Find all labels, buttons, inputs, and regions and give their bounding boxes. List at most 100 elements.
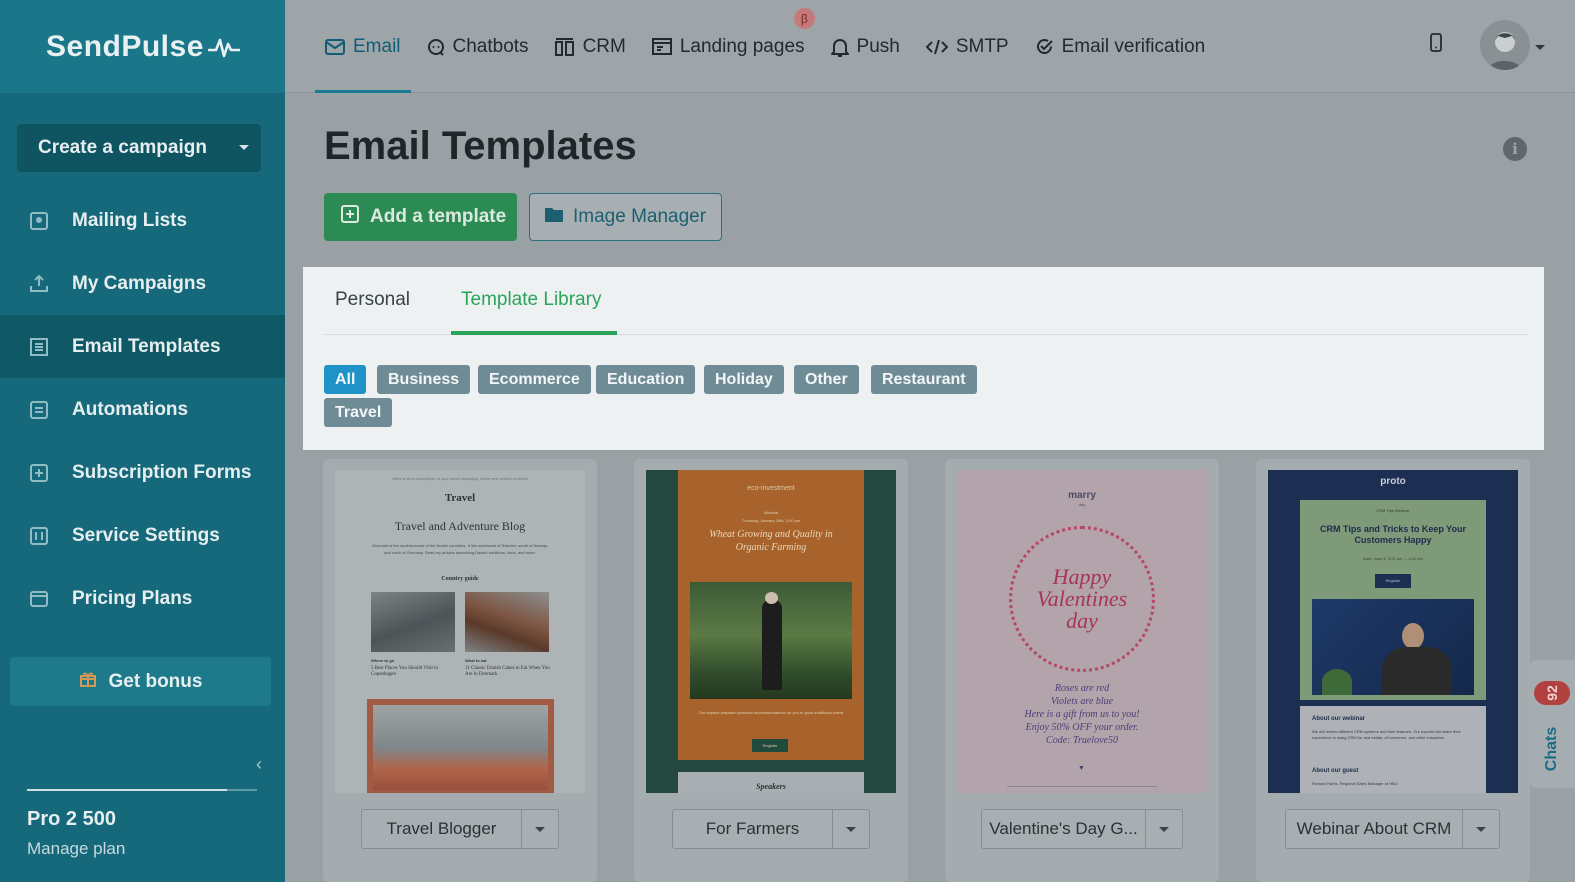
sidebar-item-subscription-forms[interactable]: Subscription Forms <box>0 441 285 504</box>
preview-divider <box>1007 786 1157 787</box>
chevron-down-icon[interactable] <box>1146 810 1182 848</box>
tab-template-library[interactable]: Template Library <box>461 289 601 311</box>
preview-poem-line: Roses are red <box>1054 683 1110 694</box>
chats-widget[interactable]: 92 Chats <box>1530 660 1575 788</box>
sidebar-item-pricing-plans[interactable]: Pricing Plans <box>0 567 285 630</box>
add-template-label: Add a template <box>370 206 507 227</box>
sidebar-item-service-settings[interactable]: Service Settings <box>0 504 285 567</box>
create-campaign-label: Create a campaign <box>38 137 207 158</box>
template-name-select[interactable]: For Farmers <box>672 809 870 849</box>
sidebar-item-label: Email Templates <box>72 335 221 357</box>
automation-icon <box>28 399 50 421</box>
preview-subtitle: Webinar <box>763 510 779 515</box>
category-chip-ecommerce[interactable]: Ecommerce <box>478 365 591 394</box>
active-tab-indicator <box>451 331 617 335</box>
image-manager-button[interactable]: Image Manager <box>529 193 722 241</box>
category-chip-holiday[interactable]: Holiday <box>704 365 784 394</box>
preview-section: About our webinar <box>1312 716 1365 722</box>
image-manager-label: Image Manager <box>573 206 707 227</box>
sidebar-nav: Mailing Lists My Campaigns Email Templat… <box>0 189 285 630</box>
category-chip-education[interactable]: Education <box>596 365 696 394</box>
preview-button: Register <box>752 739 788 752</box>
sidebar-item-my-campaigns[interactable]: My Campaigns <box>0 252 285 315</box>
sidebar-item-label: Automations <box>72 398 189 420</box>
avatar[interactable] <box>1480 20 1530 70</box>
tab-smtp[interactable]: SMTP <box>916 0 1019 93</box>
sidebar-item-label: Service Settings <box>72 524 220 546</box>
preview-logo: proto <box>1380 476 1406 487</box>
template-preview[interactable]: eco-investment Webinar Thursday, January… <box>646 470 896 793</box>
info-icon[interactable]: i <box>1503 137 1527 161</box>
sendpulse-logo[interactable]: SendPulse <box>0 0 285 93</box>
preview-photo-cake <box>465 592 549 652</box>
template-card[interactable]: eco-investment Webinar Thursday, January… <box>634 459 908 882</box>
sidebar-item-mailing-lists[interactable]: Mailing Lists <box>0 189 285 252</box>
tab-label: CRM <box>582 35 626 57</box>
template-name: Travel Blogger <box>362 810 522 848</box>
preview-section: About our guest <box>1312 768 1359 774</box>
tab-email-verification[interactable]: Email verification <box>1025 0 1216 93</box>
manage-plan-link[interactable]: Manage plan <box>27 839 125 859</box>
template-preview[interactable]: marry day Happy Valentines day Roses are… <box>957 470 1207 793</box>
chevron-down-icon[interactable] <box>1535 45 1545 50</box>
template-card[interactable]: proto CRM Tips Webinar CRM Tips and Tric… <box>1256 459 1530 882</box>
template-card[interactable]: Write a short description of your email … <box>323 459 597 882</box>
check-circle-icon <box>1035 37 1054 56</box>
preview-photo-bridge <box>367 699 554 793</box>
chevron-down-icon[interactable] <box>239 145 249 150</box>
category-chip-travel[interactable]: Travel <box>324 398 393 427</box>
plan-name: Pro 2 500 <box>27 808 116 830</box>
folder-icon <box>544 205 564 229</box>
tab-landing-pages[interactable]: Landing pages β <box>642 0 815 93</box>
preview-section: Speakers <box>756 782 786 791</box>
template-preview[interactable]: proto CRM Tips Webinar CRM Tips and Tric… <box>1268 470 1518 793</box>
template-card[interactable]: marry day Happy Valentines day Roses are… <box>945 459 1219 882</box>
category-chip-restaurant[interactable]: Restaurant <box>871 365 977 394</box>
preview-section: Country guide <box>441 576 479 582</box>
template-name-select[interactable]: Travel Blogger <box>361 809 559 849</box>
tab-crm[interactable]: CRM <box>545 0 636 93</box>
sidebar-item-email-templates[interactable]: Email Templates <box>0 315 285 378</box>
chevron-down-icon[interactable] <box>833 810 869 848</box>
preview-photo-city <box>371 592 455 652</box>
mobile-app-icon[interactable] <box>1429 33 1443 58</box>
chevron-down-icon[interactable] <box>1463 810 1499 848</box>
preview-body: We will review different CRM systems and… <box>1312 729 1461 740</box>
tab-email[interactable]: Email <box>315 0 411 93</box>
template-name-select[interactable]: Webinar About CRM <box>1285 809 1500 849</box>
tab-label: Landing pages <box>679 35 805 57</box>
settings-icon <box>28 525 50 547</box>
chats-count-badge: 92 <box>1534 681 1570 705</box>
preview-caption-title: What to eat <box>465 658 487 663</box>
template-preview[interactable]: Write a short description of your email … <box>335 470 585 793</box>
preview-subtitle: CRM Tips Webinar <box>1376 508 1410 513</box>
get-bonus-button[interactable]: Get bonus <box>10 657 271 706</box>
crm-icon <box>554 37 575 56</box>
category-chip-business[interactable]: Business <box>377 365 471 394</box>
pulse-icon <box>207 38 240 57</box>
collapse-sidebar-icon[interactable]: ‹ <box>256 754 262 775</box>
template-name-select[interactable]: Valentine's Day G... <box>981 809 1183 849</box>
category-chip-other[interactable]: Other <box>794 365 859 394</box>
plan-usage-bar <box>27 789 257 791</box>
envelope-icon <box>325 38 345 55</box>
sidebar-item-automations[interactable]: Automations <box>0 378 285 441</box>
tab-personal[interactable]: Personal <box>335 289 410 311</box>
beta-badge: β <box>793 8 815 29</box>
tab-push[interactable]: Push <box>821 0 910 93</box>
category-chip-all[interactable]: All <box>324 365 367 394</box>
wallet-icon <box>28 588 50 610</box>
landing-icon <box>651 37 672 56</box>
preview-poem-line: Enjoy 50% OFF your order. <box>1025 722 1139 733</box>
preview-body: Denmark is the southernmost of the Nordi… <box>371 543 548 555</box>
tab-chatbots[interactable]: Chatbots <box>417 0 539 93</box>
preview-date: Date: June 4, 3:00 pm — 4:00 pm <box>1362 556 1424 561</box>
tab-label: Push <box>856 35 900 57</box>
send-icon <box>28 273 50 295</box>
preview-logo: Travel <box>444 492 476 504</box>
sidebar: SendPulse Create a campaign Mailing List… <box>0 0 285 882</box>
add-template-button[interactable]: Add a template <box>324 193 517 241</box>
chevron-down-icon[interactable] <box>522 810 558 848</box>
preview-poem-line: Violets are blue <box>1050 696 1114 707</box>
create-campaign-button[interactable]: Create a campaign <box>17 124 261 172</box>
